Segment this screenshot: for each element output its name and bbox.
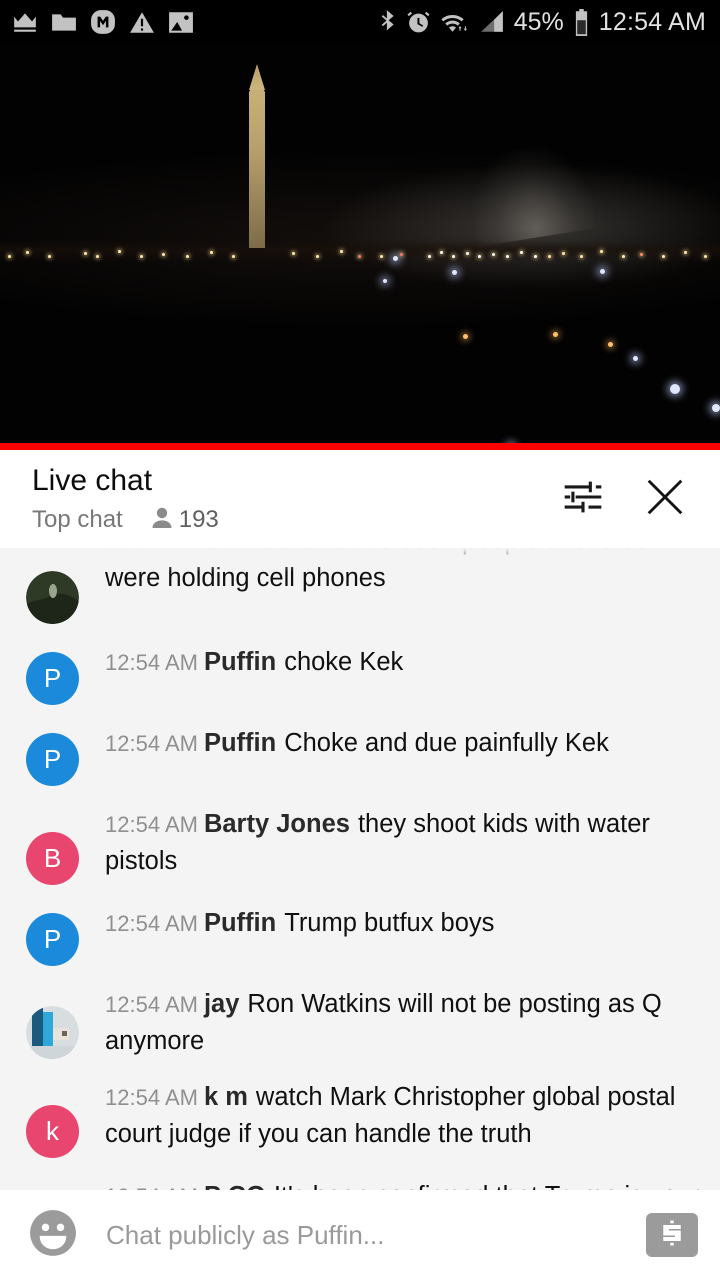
avatar-letter: P — [43, 924, 62, 954]
status-bar-left-icons — [12, 9, 207, 35]
dollar-icon — [657, 1218, 687, 1253]
chat-message[interactable]: 12:54 AMP COIt's been confirmed that Tru… — [0, 1167, 720, 1190]
avatar-letter: B — [43, 843, 62, 873]
battery-percent-label: 45% — [513, 7, 564, 36]
avatar[interactable] — [26, 571, 79, 624]
avatar-letter: k — [46, 1116, 59, 1146]
message-author[interactable]: P CO — [204, 1182, 266, 1190]
light-point — [600, 269, 605, 274]
message-author[interactable]: Barty Jones — [204, 810, 350, 838]
city-lights — [0, 244, 720, 258]
crown-icon — [12, 11, 38, 33]
status-bar-right-icons: 45% 12:54 AM — [370, 8, 706, 37]
chat-mode-label[interactable]: Top chat — [32, 506, 123, 534]
avatar-letter: P — [43, 744, 62, 774]
chat-message[interactable]: k 12:54 AM k m watch Mark Christopher glob… — [0, 1068, 720, 1167]
viewer-count-label: 193 — [178, 506, 219, 533]
tune-icon — [561, 475, 605, 524]
image-icon — [168, 11, 194, 34]
light-point — [452, 270, 457, 275]
chat-input-field[interactable]: Chat publicly as Puffin... — [106, 1220, 646, 1251]
avatar[interactable] — [26, 1006, 79, 1059]
chat-message[interactable]: P 12:54 AM Puffin Choke and due painfully … — [0, 714, 720, 795]
bluetooth-icon — [379, 9, 397, 36]
battery-icon — [573, 8, 590, 36]
video-player[interactable] — [0, 44, 720, 450]
warning-triangle-icon — [129, 11, 155, 34]
super-chat-button[interactable] — [646, 1213, 698, 1257]
light-point — [633, 356, 638, 361]
avatar[interactable]: P — [26, 733, 79, 786]
chat-header-subtitle-row: Top chat 193 — [32, 506, 554, 535]
message-author[interactable]: Puffin — [204, 729, 276, 757]
folder-icon — [51, 11, 77, 33]
chat-message-body: 12:54 AM Puffin Trump butfux boys — [105, 903, 494, 942]
message-text: Choke and due painfully Kek — [284, 729, 609, 757]
message-timestamp: 12:54 AM — [105, 911, 198, 936]
chat-message-body: 12:54 AM Barty Jones they shoot kids with … — [105, 804, 704, 879]
video-progress-bar[interactable] — [0, 443, 720, 450]
washington-monument — [249, 82, 265, 248]
alarm-icon — [406, 9, 431, 35]
chat-settings-button[interactable] — [554, 470, 612, 528]
message-author[interactable]: k m — [204, 1083, 248, 1111]
chat-message-body: 12:54 AM k m watch Mark Christopher global… — [105, 1077, 704, 1152]
message-timestamp: 12:54 AM — [105, 1085, 198, 1110]
person-icon — [151, 506, 173, 535]
avatar-photo — [26, 571, 79, 624]
phone-screen: 45% 12:54 AM Live chat Top chat 193 were… — [0, 0, 720, 1280]
message-author[interactable]: jay — [204, 990, 239, 1018]
status-bar: 45% 12:54 AM — [0, 0, 720, 44]
message-timestamp: 12:54 AM — [105, 812, 198, 837]
message-author[interactable]: Puffin — [204, 648, 276, 676]
live-chat-header: Live chat Top chat 193 — [0, 450, 720, 548]
chat-message-body: 12:54 AM Puffin choke Kek — [105, 642, 403, 681]
light-point — [383, 279, 387, 283]
page-title: Live chat — [32, 463, 153, 497]
light-point — [553, 332, 558, 337]
light-point — [393, 256, 398, 261]
message-text: choke Kek — [284, 648, 404, 676]
avatar-letter: P — [43, 663, 62, 693]
list-top-fade — [0, 548, 720, 572]
message-text: Trump butfux boys — [284, 909, 495, 937]
signal-icon — [479, 10, 505, 34]
clock-label: 12:54 AM — [598, 7, 706, 36]
emoji-picker-button[interactable] — [26, 1208, 80, 1262]
chat-message-body: 12:54 AM Puffin Choke and due painfully Ke… — [105, 723, 609, 762]
light-point — [608, 342, 613, 347]
avatar[interactable]: P — [26, 652, 79, 705]
avatar[interactable]: P — [26, 913, 79, 966]
avatar-photo — [26, 1006, 79, 1059]
chat-header-actions — [554, 470, 694, 528]
avatar[interactable]: k — [26, 1105, 79, 1158]
light-point — [712, 404, 720, 412]
avatar[interactable]: B — [26, 832, 79, 885]
chat-header-titles: Live chat Top chat 193 — [32, 464, 554, 535]
chat-message-list[interactable]: 12:54 AMGhinoblendI've seen people shot … — [0, 548, 720, 1190]
message-timestamp: 12:54 AM — [105, 992, 198, 1017]
emoji-smiley-icon — [28, 1208, 78, 1263]
chat-message[interactable]: P 12:54 AM Puffin Trump butfux boys — [0, 894, 720, 975]
chat-message-body: 12:54 AM jay Ron Watkins will not be posti… — [105, 984, 704, 1059]
message-timestamp: 12:54 AM — [105, 650, 198, 675]
chat-message[interactable]: 12:54 AM jay Ron Watkins will not be posti… — [0, 975, 720, 1068]
smoke-plume — [463, 139, 597, 247]
chat-message[interactable]: P 12:54 AM Puffin choke Kek — [0, 633, 720, 714]
message-timestamp: 12:54 AM — [105, 1184, 198, 1190]
close-icon — [642, 474, 688, 525]
message-author[interactable]: Puffin — [204, 909, 276, 937]
chat-message[interactable]: B 12:54 AM Barty Jones they shoot kids wit… — [0, 795, 720, 894]
m-circle-icon — [90, 9, 116, 35]
chat-input-bar: Chat publicly as Puffin... — [0, 1190, 720, 1280]
chat-message-body: 12:54 AMP COIt's been confirmed that Tru… — [105, 1176, 704, 1190]
light-point — [670, 384, 680, 394]
message-timestamp: 12:54 AM — [105, 731, 198, 756]
wifi-icon — [440, 10, 470, 35]
close-chat-button[interactable] — [636, 470, 694, 528]
light-point — [463, 334, 468, 339]
